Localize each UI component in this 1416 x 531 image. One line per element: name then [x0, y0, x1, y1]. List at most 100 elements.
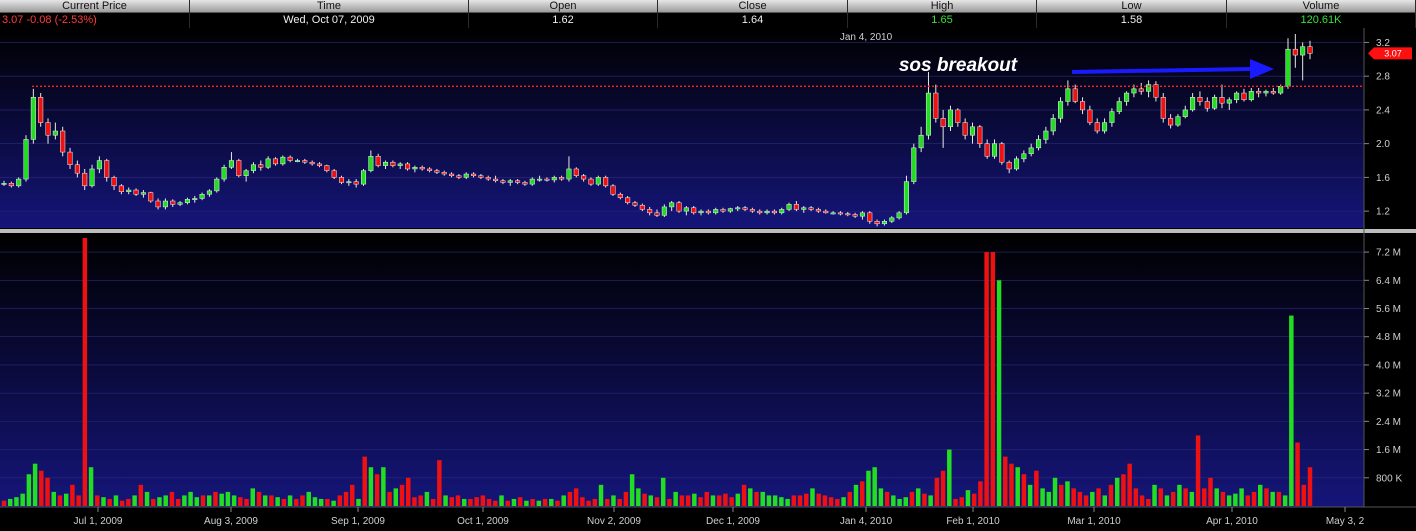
candle-body	[449, 173, 455, 176]
volume-bar	[493, 500, 498, 506]
candle-body	[595, 177, 601, 185]
candle-body	[867, 212, 873, 222]
volume-bar	[1258, 484, 1263, 506]
volume-bar	[163, 495, 168, 506]
candle-body	[471, 173, 477, 176]
x-tick-label: Dec 1, 2009	[706, 516, 760, 527]
candle-body	[1226, 99, 1232, 104]
candle-body	[1190, 97, 1196, 111]
candle-body	[1094, 122, 1100, 132]
volume-bar	[1301, 484, 1307, 506]
candle-body	[823, 210, 829, 214]
candle-body	[419, 167, 425, 170]
candle-body	[74, 164, 80, 174]
candle-body	[82, 172, 88, 187]
volume-bar	[984, 252, 989, 506]
candle-body	[192, 198, 198, 200]
volume-bar	[959, 497, 964, 506]
volume-bar	[70, 484, 75, 506]
volume-value: 120.61K	[1300, 14, 1342, 26]
volume-bar	[667, 498, 672, 506]
volume-bar	[934, 477, 940, 506]
candle-body	[405, 163, 411, 170]
volume-bar	[1027, 484, 1033, 506]
volume-bar	[990, 252, 996, 506]
open-label: Open	[469, 0, 657, 13]
candle-body	[815, 209, 821, 212]
candle-body	[1072, 88, 1078, 102]
volume-bar	[14, 497, 19, 506]
volume-bar	[971, 493, 977, 506]
candle-body	[456, 175, 462, 178]
volume-bar	[723, 493, 728, 506]
candle-body	[184, 199, 190, 203]
low-value: 1.58	[1120, 14, 1143, 26]
candle-body	[830, 212, 836, 215]
candle-body	[1021, 153, 1027, 160]
price-tick-label: 2.8	[1376, 72, 1390, 83]
volume-bar	[1245, 495, 1251, 506]
volume-bar	[1164, 495, 1170, 506]
volume-bar	[1276, 491, 1282, 506]
volume-bar	[816, 493, 821, 506]
volume-bar	[1108, 484, 1114, 506]
volume-bar	[107, 498, 112, 506]
volume-bar	[1009, 463, 1014, 506]
volume-bar	[437, 460, 442, 506]
volume-bar	[828, 497, 834, 506]
candle-body	[280, 156, 286, 165]
quote-header: Current Price 3.07 -0.08 (-2.53%) Time W…	[0, 0, 1416, 28]
volume-bar	[623, 491, 629, 506]
candle-body	[991, 143, 998, 157]
candle-body	[654, 212, 660, 216]
volume-bar	[748, 488, 753, 506]
candle-body	[1292, 48, 1298, 56]
volume-bar	[405, 477, 411, 506]
volume-bar	[897, 498, 902, 506]
candle-body	[478, 175, 484, 178]
volume-bar	[1226, 495, 1232, 506]
volume-bar	[841, 497, 846, 506]
candle-body	[1043, 130, 1049, 140]
volume-bar	[785, 498, 790, 506]
volume-bar	[461, 498, 467, 506]
candle-body	[441, 172, 447, 175]
volume-bar	[39, 470, 44, 506]
volume-bar	[1058, 484, 1064, 506]
volume-bar	[859, 481, 865, 506]
volume-tick-label: 4.8 M	[1376, 332, 1401, 343]
volume-bar	[536, 500, 542, 506]
candle-body	[265, 158, 271, 168]
volume-bar	[287, 495, 293, 506]
candle-body	[16, 178, 22, 187]
candle-body	[493, 178, 499, 182]
top-date-label: Jan 4, 2010	[840, 32, 893, 43]
candle-body	[1006, 161, 1012, 170]
volume-bar	[51, 491, 56, 506]
candle-body	[507, 180, 513, 183]
candle-body	[111, 177, 117, 187]
candle-body	[1146, 84, 1152, 92]
volume-bar	[250, 488, 256, 506]
price-tick-label: 3.2	[1376, 38, 1390, 49]
volume-tick-label: 5.6 M	[1376, 304, 1401, 315]
volume-bar	[1202, 488, 1207, 506]
volume-bar	[343, 491, 349, 506]
volume-bar	[20, 493, 25, 506]
price-tick-label: 2.4	[1376, 105, 1390, 116]
volume-bar	[660, 477, 666, 506]
volume-bar	[119, 500, 125, 506]
volume-bar	[1251, 491, 1257, 506]
time-label: Time	[190, 0, 468, 13]
candle-body	[258, 164, 264, 168]
volume-bar	[772, 495, 778, 506]
volume-tick-label: 3.2 M	[1376, 389, 1401, 400]
candle-body	[713, 209, 719, 214]
price-volume-chart[interactable]: Jan 4, 2010 3.2 2.8 2.4 2.0 1.6 1.2 7.2 M 6.4 …	[0, 28, 1416, 531]
volume-bar	[517, 497, 523, 506]
volume-bar	[262, 495, 268, 506]
volume-bar	[306, 491, 311, 506]
volume-bar	[1233, 493, 1238, 506]
candle-body	[581, 175, 587, 180]
volume-bar	[909, 491, 915, 506]
